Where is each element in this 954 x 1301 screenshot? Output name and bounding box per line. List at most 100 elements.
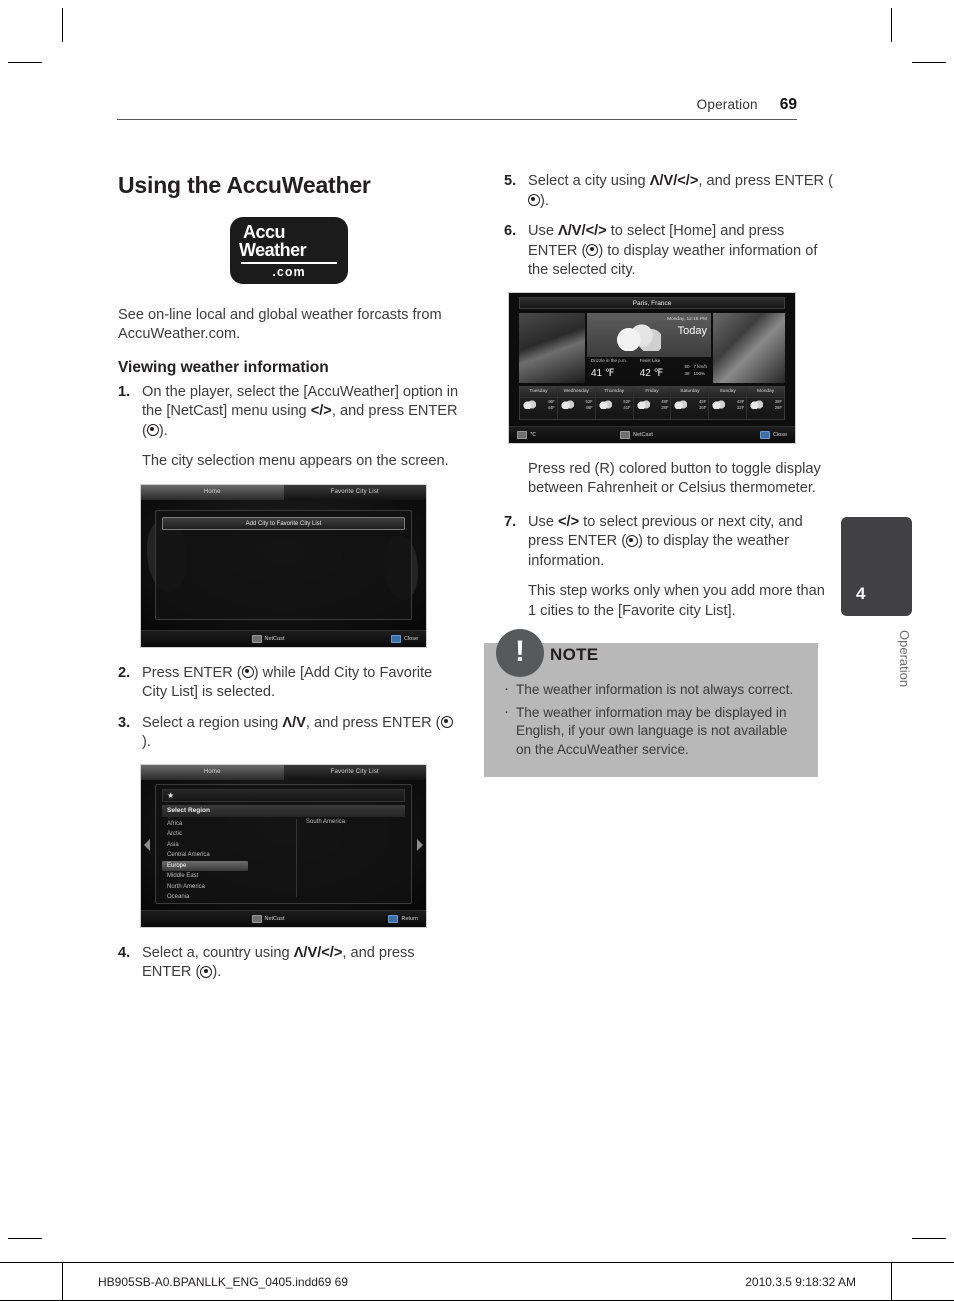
forecast-low: 26F [699, 405, 707, 410]
footer-rule-right [891, 1263, 892, 1300]
region-item-arctic[interactable]: Arctic [162, 829, 282, 840]
red-key-icon [517, 430, 527, 439]
region-item-europe-selected[interactable]: Europe [162, 860, 248, 871]
intro-paragraph: See on-line local and global weather for… [118, 306, 442, 343]
step-text-mid: , and press ENTER ( [305, 714, 441, 731]
crop-mark-left-upper [8, 62, 42, 63]
header-rule [117, 119, 797, 120]
region-item-asia[interactable]: Asia [162, 840, 282, 851]
favorites-star-row: ★ [162, 788, 405, 802]
crop-mark-right-lower [912, 1238, 946, 1239]
forecast-temps: 48F 28F [661, 399, 668, 412]
screenshot-weather-display: Paris, France Monday, 12:15 PM Today Dri… [508, 291, 796, 444]
footer-rule-left [62, 1263, 63, 1300]
step-number: 2. [118, 664, 131, 681]
weather-lo-value: 38 [684, 370, 690, 376]
footer-netcast-label: NetCast [264, 635, 285, 642]
note-item: The weather information may be displayed… [500, 703, 802, 760]
region-column-divider [296, 818, 297, 897]
cloud-rain-icon [523, 399, 536, 409]
chevron-left-icon[interactable] [144, 838, 150, 851]
logo-divider [241, 262, 337, 264]
enter-button-icon [528, 194, 540, 206]
forecast-low: 28F [661, 405, 669, 410]
region-list: Africa Arctic Asia Central America Europ… [162, 819, 282, 903]
step-item-5: 5. Select a city using Λ/V/</>, and pres… [504, 172, 834, 211]
screenshot-footer: ℃ NetCast Close [509, 425, 795, 443]
region-item-middle-east[interactable]: Middle East [162, 871, 282, 882]
region-item-africa[interactable]: Africa [162, 819, 282, 830]
step-number: 5. [504, 173, 517, 189]
footer-celsius-toggle-button[interactable]: ℃ [517, 430, 537, 439]
step-number: 1. [118, 383, 131, 400]
step-item-7: 7. Use </> to select previous or next ci… [504, 513, 834, 572]
screenshot-tab-home[interactable]: Home [141, 764, 284, 780]
weather-hilo-block: 50 38 [684, 363, 693, 377]
chapter-label: Operation [897, 630, 912, 688]
nav-arrows-glyph: </> [558, 513, 580, 530]
screenshot-tab-favorite-city-list[interactable]: Favorite City List [283, 764, 426, 780]
footer-netcast-button[interactable]: NetCast [620, 430, 653, 439]
weather-humidity-value: 100% [693, 370, 705, 376]
footer-close-button[interactable]: Close [759, 430, 787, 439]
left-steps-list: 1. On the player, select the [AccuWeathe… [118, 383, 460, 983]
step-text-pre: Select a city using [528, 173, 650, 189]
footer-celsius-label: ℃ [530, 431, 537, 438]
footer-close-button[interactable]: Close [390, 634, 418, 643]
screenshot-tabbar: Home Favorite City List [141, 764, 426, 780]
forecast-day: Friday 48F 28F [633, 386, 672, 419]
forecast-low: 41F [623, 405, 631, 410]
weather-feels-like-label: Feels Like [639, 358, 661, 363]
step-number: 7. [504, 513, 517, 530]
screenshot-tabbar: Home Favorite City List [141, 484, 426, 500]
forecast-temps: 52F 46F [586, 399, 593, 412]
step-text-post: ). [212, 964, 222, 980]
region-item-north-america[interactable]: North America [162, 882, 282, 893]
region-item-oceania[interactable]: Oceania [162, 892, 282, 903]
screenshot-favorite-city-list: Home Favorite City List Add City to Favo… [140, 483, 427, 648]
netcast-key-icon [620, 430, 630, 439]
footer-netcast-button[interactable]: NetCast [251, 914, 284, 923]
step-number: 4. [118, 944, 131, 961]
footer-return-button[interactable]: Return [388, 914, 418, 923]
forecast-day: Tuesday 46F 44F [520, 386, 558, 419]
enter-button-icon [626, 534, 639, 547]
weather-temperature-value: 41 ℉ [591, 368, 615, 379]
region-item-south-america[interactable]: South America [306, 819, 345, 825]
favorites-panel: Add City to Favorite City List [155, 509, 412, 620]
step-text-pre: Use [528, 223, 559, 239]
crop-mark-top-right [891, 8, 892, 42]
region-item-central-america[interactable]: Central America [162, 850, 282, 861]
footer-filename: HB905SB-A0.BPANLLK_ENG_0405.indd69 69 [98, 1275, 348, 1289]
weather-datetime: Monday, 12:15 PM [667, 316, 707, 322]
left-column: Using the AccuWeather Accu Weather .com … [118, 172, 460, 994]
weather-city-label: Paris, France [519, 296, 785, 309]
step-1-sub-note: The city selection menu appears on the s… [142, 453, 449, 469]
nav-arrows-glyph: Λ/V [282, 714, 306, 731]
forecast-low: 26F [774, 405, 783, 410]
weather-temperature-row: Drizzle in the p.m. 41 ℉ Feels Like 42 ℉… [587, 356, 711, 383]
step-text-pre: Press ENTER ( [142, 664, 242, 681]
section-subtitle: Viewing weather information [118, 358, 329, 376]
forecast-day: Wednesday 52F 46F [557, 386, 596, 419]
forecast-day-name: Sunday [709, 386, 747, 398]
return-key-icon [388, 914, 399, 923]
screenshot-tab-home[interactable]: Home [141, 484, 284, 500]
step-text: Select a region using Λ/V, and press ENT… [142, 714, 460, 753]
screenshot-body: Paris, France Monday, 12:15 PM Today Dri… [509, 292, 795, 426]
screenshot-select-region: Home Favorite City List ★ Select Region … [140, 763, 427, 928]
footer-netcast-button[interactable]: NetCast [251, 634, 285, 643]
chevron-right-icon[interactable] [417, 838, 423, 851]
netcast-key-icon [251, 914, 262, 923]
accuweather-logo-wrap: Accu Weather .com [118, 217, 460, 284]
add-city-button[interactable]: Add City to Favorite City List [162, 516, 405, 530]
logo-line-weather: Weather [239, 240, 307, 260]
weather-wind-humidity-block: 7 km/h 100% [693, 363, 711, 377]
star-icon: ★ [167, 790, 175, 800]
chapter-tab: 4 [841, 517, 912, 616]
step-text-post: ). [158, 422, 168, 439]
header-section-label: Operation [696, 97, 758, 112]
forecast-day-name: Tuesday [520, 386, 557, 398]
screenshot-tab-favorite-city-list[interactable]: Favorite City List [283, 484, 426, 500]
note-box: ! NOTE The weather information is not al… [484, 629, 818, 777]
